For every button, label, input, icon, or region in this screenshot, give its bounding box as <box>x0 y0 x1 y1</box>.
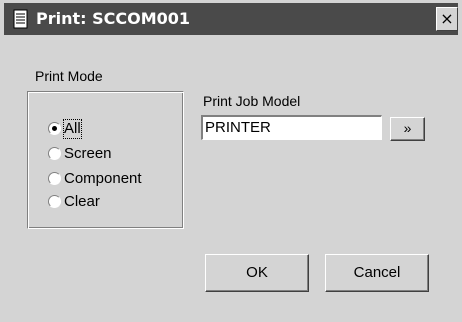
print-dialog: Print: SCCOM001 × Print Mode All Screen … <box>0 0 462 322</box>
radio-label-clear[interactable]: Clear <box>64 193 100 211</box>
print-mode-label: Print Mode <box>35 68 103 84</box>
radio-selected-dot <box>52 126 57 131</box>
radio-label-all[interactable]: All <box>63 119 82 139</box>
radio-button-clear[interactable] <box>48 195 61 208</box>
radio-button-component[interactable] <box>48 172 61 185</box>
title-bar[interactable]: Print: SCCOM001 × <box>4 3 458 35</box>
radio-label-screen[interactable]: Screen <box>64 145 112 163</box>
radio-button-all[interactable] <box>48 122 61 135</box>
print-job-model-field[interactable]: PRINTER <box>201 115 382 140</box>
ok-button[interactable]: OK <box>205 254 309 292</box>
window-title: Print: SCCOM001 <box>36 9 191 28</box>
browse-button[interactable]: » <box>390 117 425 141</box>
cancel-button[interactable]: Cancel <box>325 254 429 292</box>
close-button[interactable]: × <box>436 7 458 31</box>
radio-label-component[interactable]: Component <box>64 170 142 188</box>
printer-document-icon <box>13 9 28 29</box>
radio-button-screen[interactable] <box>48 147 61 160</box>
print-job-model-label: Print Job Model <box>203 93 301 109</box>
